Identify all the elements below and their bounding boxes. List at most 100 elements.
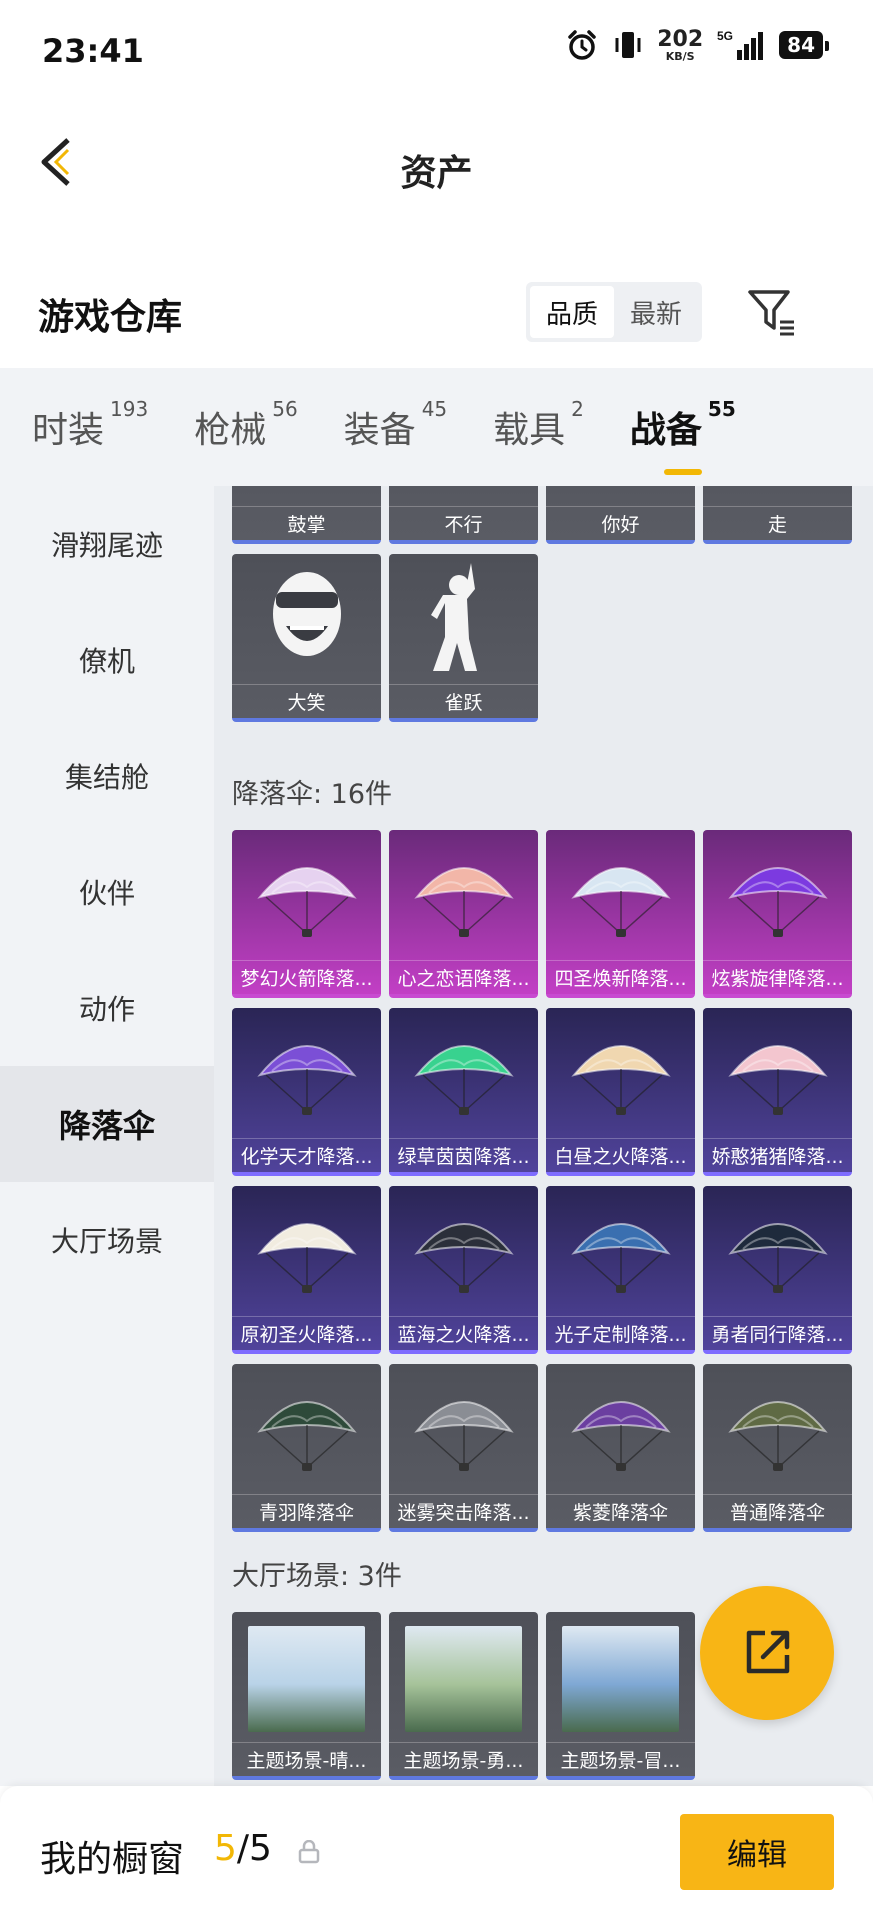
item-label: 绿草茵茵降落... [389,1138,538,1172]
tab-fashion[interactable]: 时装 193 [32,397,148,453]
active-tab-underline [663,469,702,475]
sidebar-item-glide-trail[interactable]: 滑翔尾迹 [0,486,214,602]
emote-grid: 大笑 雀跃 [232,554,852,722]
edit-button[interactable]: 编辑 [680,1814,834,1890]
item-label: 紫菱降落伞 [546,1494,695,1528]
parachute-tile[interactable]: 炫紫旋律降落... [703,830,852,998]
item-label: 炫紫旋律降落... [703,960,852,994]
sidebar: 滑翔尾迹 僚机 集结舱 伙伴 动作 降落伞 大厅场景 [0,486,214,1786]
item-label: 化学天才降落... [232,1138,381,1172]
item-label: 你好 [546,506,695,540]
warehouse-row: 游戏仓库 品质 最新 [0,270,873,360]
lobby-scene-tile[interactable]: 主题场景-冒... [546,1612,695,1780]
item-tile[interactable]: 大笑 [232,554,381,722]
alarm-icon [568,30,596,60]
item-label: 不行 [389,506,538,540]
item-label: 雀跃 [389,684,538,718]
item-tile[interactable]: 走 [703,486,852,544]
sort-quality[interactable]: 品质 [530,286,614,338]
tab-readiness[interactable]: 战备 55 [630,397,736,475]
parachute-tile[interactable]: 光子定制降落... [546,1186,695,1354]
parachute-icon [570,1401,671,1471]
item-label: 青羽降落伞 [232,1494,381,1528]
signal-5g-icon: 5G [717,29,764,60]
lock-icon [298,1840,320,1864]
parachute-tile[interactable]: 化学天才降落... [232,1008,381,1176]
item-label: 迷雾突击降落... [389,1494,538,1528]
lobby-scene-tile[interactable]: 主题场景-晴... [232,1612,381,1780]
laughing-face-icon [272,572,341,656]
parachute-tile[interactable]: 四圣焕新降落... [546,830,695,998]
item-tile[interactable]: 鼓掌 [232,486,381,544]
item-tile[interactable]: 不行 [389,486,538,544]
share-external-icon [746,1630,790,1674]
tab-firearms[interactable]: 枪械 56 [194,397,297,453]
parachute-tile[interactable]: 蓝海之火降落... [389,1186,538,1354]
parachute-tile[interactable]: 原初圣火降落... [232,1186,381,1354]
sidebar-item-wingman[interactable]: 僚机 [0,602,214,718]
parachute-icon [413,1045,514,1115]
parachute-icon [570,1223,671,1293]
item-label: 普通降落伞 [703,1494,852,1528]
parachute-icon [256,867,357,937]
parachute-tile[interactable]: 紫菱降落伞 [546,1364,695,1532]
category-tabs: 时装 193 枪械 56 装备 45 载具 2 战备 55 [0,368,873,486]
item-tile[interactable]: 雀跃 [389,554,538,722]
item-label: 主题场景-冒... [546,1742,695,1776]
sidebar-item-lobby-scene[interactable]: 大厅场景 [0,1182,214,1298]
jumping-figure-icon [430,563,477,671]
parachute-tile[interactable]: 白昼之火降落... [546,1008,695,1176]
item-label: 白昼之火降落... [546,1138,695,1172]
filter-button[interactable] [744,284,800,340]
sidebar-item-rally-pod[interactable]: 集结舱 [0,718,214,834]
parachute-tile[interactable]: 迷雾突击降落... [389,1364,538,1532]
lobby-scene-section-title: 大厅场景: 3件 [232,1561,402,1592]
parachute-tile[interactable]: 梦幻火箭降落... [232,830,381,998]
showcase-label: 我的橱窗 [40,1839,185,1880]
parachute-tile[interactable]: 普通降落伞 [703,1364,852,1532]
item-tile[interactable]: 你好 [546,486,695,544]
filter-icon [748,290,794,336]
item-label: 主题场景-晴... [232,1742,381,1776]
item-label: 走 [703,506,852,540]
parachute-icon [256,1223,357,1293]
parachute-tile[interactable]: 绿草茵茵降落... [389,1008,538,1176]
item-label: 梦幻火箭降落... [232,960,381,994]
scene-thumbnail [405,1626,522,1732]
status-bar: 23:41 202 KB/S 5G 84 [0,0,873,100]
parachute-grid: 梦幻火箭降落... 心之恋语降落... 四圣焕新降落... 炫紫旋律降落... 化学天才… [232,830,852,1532]
showcase-count: 5/5 [214,1828,272,1869]
parachute-icon [727,1045,828,1115]
parachute-tile[interactable]: 青羽降落伞 [232,1364,381,1532]
showcase-bar: 我的橱窗 5/5 编辑 [0,1786,873,1920]
tab-vehicles[interactable]: 载具 2 [493,397,584,453]
item-label: 四圣焕新降落... [546,960,695,994]
parachute-icon [413,1401,514,1471]
sidebar-item-companion[interactable]: 伙伴 [0,834,214,950]
item-label: 蓝海之火降落... [389,1316,538,1350]
scene-thumbnail [248,1626,365,1732]
net-speed: 202 KB/S [657,26,704,63]
app-header: 资产 [0,110,873,220]
parachute-tile[interactable]: 娇憨猪猪降落... [703,1008,852,1176]
tab-equipment[interactable]: 装备 45 [344,397,447,453]
share-button[interactable] [700,1586,834,1720]
item-label: 心之恋语降落... [389,960,538,994]
item-label: 光子定制降落... [546,1316,695,1350]
parachute-tile[interactable]: 勇者同行降落... [703,1186,852,1354]
warehouse-title: 游戏仓库 [38,297,183,338]
parachute-tile[interactable]: 心之恋语降落... [389,830,538,998]
sidebar-item-parachute[interactable]: 降落伞 [0,1066,214,1182]
parachute-icon [413,1223,514,1293]
parachute-icon [570,867,671,937]
sort-newest[interactable]: 最新 [614,286,698,338]
svg-text:5G: 5G [717,29,733,43]
parachute-icon [570,1045,671,1115]
parachute-icon [256,1045,357,1115]
scene-thumbnail [562,1626,679,1732]
page-title: 资产 [400,153,473,194]
parachute-section-title: 降落伞: 16件 [232,779,393,810]
item-label: 原初圣火降落... [232,1316,381,1350]
lobby-scene-tile[interactable]: 主题场景-勇... [389,1612,538,1780]
sidebar-item-emotes[interactable]: 动作 [0,950,214,1066]
